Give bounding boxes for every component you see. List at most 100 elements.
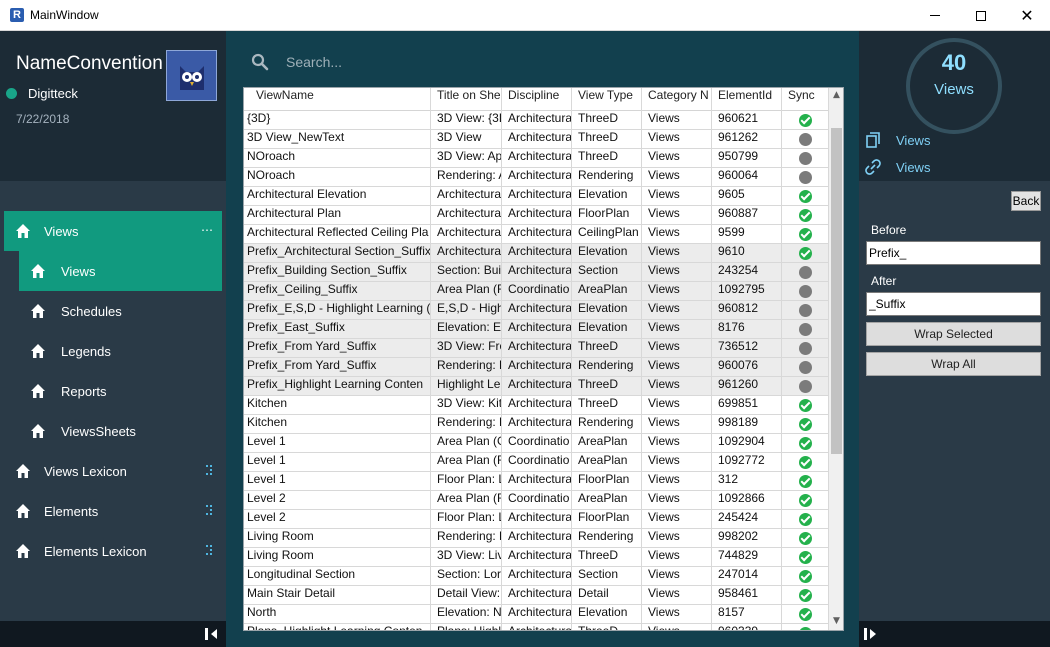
cell-category-name[interactable]: Views [642,415,712,433]
cell-discipline[interactable]: Architectura [502,320,572,338]
cell-title-on-sheet[interactable]: 3D View: Ap [431,149,502,167]
table-row[interactable]: Level 1 Area Plan (R Coordinatio AreaPlan Vi… [244,453,829,472]
cell-viewname[interactable]: Prefix_Ceiling_Suffix [244,282,431,300]
cell-elementid[interactable]: 960339 [712,624,782,630]
cell-title-on-sheet[interactable]: Highlight Le [431,377,502,395]
cell-view-type[interactable]: FloorPlan [572,510,642,528]
cell-discipline[interactable]: Architectura [502,415,572,433]
table-row[interactable]: Prefix_Ceiling_Suffix Area Plan (R Coordin… [244,282,829,301]
table-row[interactable]: Living Room 3D View: Liv Architectura Three… [244,548,829,567]
cell-viewname[interactable]: {3D} [244,111,431,129]
table-row[interactable]: NOroach Rendering: A Architectura Rendering… [244,168,829,187]
cell-view-type[interactable]: ThreeD [572,149,642,167]
cell-sync[interactable] [782,149,829,167]
cell-viewname[interactable]: Prefix_Building Section_Suffix [244,263,431,281]
table-row[interactable]: {3D} 3D View: {3D Architectura ThreeD Views 9… [244,111,829,130]
cell-elementid[interactable]: 960887 [712,206,782,224]
cell-category-name[interactable]: Views [642,339,712,357]
more-icon[interactable]: ⋯ [201,223,214,237]
cell-view-type[interactable]: ThreeD [572,111,642,129]
cell-category-name[interactable]: Views [642,605,712,623]
cell-category-name[interactable]: Views [642,187,712,205]
cell-title-on-sheet[interactable]: Rendering: A [431,168,502,186]
cell-sync[interactable] [782,168,829,186]
cell-view-type[interactable]: Rendering [572,168,642,186]
cell-view-type[interactable]: Elevation [572,301,642,319]
cell-title-on-sheet[interactable]: Section: Lor [431,567,502,585]
cell-category-name[interactable]: Views [642,586,712,604]
cell-discipline[interactable]: Architectura [502,244,572,262]
cell-elementid[interactable]: 245424 [712,510,782,528]
table-row[interactable]: Prefix_Architectural Section_Suffix Archi… [244,244,829,263]
table-row[interactable]: NOroach 3D View: Ap Architectura ThreeD View… [244,149,829,168]
cell-category-name[interactable]: Views [642,434,712,452]
table-row[interactable]: Level 2 Area Plan (R Coordinatio AreaPlan Vi… [244,491,829,510]
cell-sync[interactable] [782,624,829,630]
cell-view-type[interactable]: Elevation [572,605,642,623]
cell-discipline[interactable]: Architectura [502,396,572,414]
views-data-grid[interactable]: ViewName Title on She Discipline View Ty… [243,87,844,631]
maximize-button[interactable] [958,0,1004,31]
table-row[interactable]: Architectural Plan Architectura Architectu… [244,206,829,225]
cell-discipline[interactable]: Architectura [502,187,572,205]
cell-elementid[interactable]: 960076 [712,358,782,376]
cell-view-type[interactable]: Rendering [572,358,642,376]
cell-category-name[interactable]: Views [642,320,712,338]
scroll-thumb[interactable] [831,128,842,454]
cell-elementid[interactable]: 960621 [712,111,782,129]
cell-elementid[interactable]: 998189 [712,415,782,433]
cell-category-name[interactable]: Views [642,225,712,243]
cell-discipline[interactable]: Architectura [502,168,572,186]
vertical-scrollbar[interactable]: ▲ ▼ [829,88,843,630]
cell-view-type[interactable]: ThreeD [572,624,642,630]
after-input[interactable] [866,292,1041,316]
cell-elementid[interactable]: 744829 [712,548,782,566]
nav-legends[interactable]: Legends [4,331,222,371]
cell-title-on-sheet[interactable]: Architectura [431,206,502,224]
column-header-discipline[interactable]: Discipline [502,88,572,111]
nav-viewssheets[interactable]: ViewsSheets [4,411,222,451]
cell-discipline[interactable]: Architectura [502,111,572,129]
cell-elementid[interactable]: 960812 [712,301,782,319]
cell-view-type[interactable]: ThreeD [572,548,642,566]
expand-grip-icon[interactable] [206,465,214,475]
cell-elementid[interactable]: 998202 [712,529,782,547]
cell-category-name[interactable]: Views [642,548,712,566]
cell-discipline[interactable]: Architectura [502,472,572,490]
cell-sync[interactable] [782,263,829,281]
cell-view-type[interactable]: Elevation [572,187,642,205]
cell-viewname[interactable]: Level 2 [244,510,431,528]
cell-viewname[interactable]: Kitchen [244,415,431,433]
cell-viewname[interactable]: Architectural Elevation [244,187,431,205]
cell-sync[interactable] [782,225,829,243]
cell-title-on-sheet[interactable]: Rendering: K [431,415,502,433]
nav-elements[interactable]: Elements [4,491,222,531]
cell-title-on-sheet[interactable]: 3D View: Liv [431,548,502,566]
cell-title-on-sheet[interactable]: Detail View: [431,586,502,604]
cell-view-type[interactable]: AreaPlan [572,491,642,509]
cell-viewname[interactable]: Prefix_E,S,D - Highlight Learning ( [244,301,431,319]
cell-title-on-sheet[interactable]: Architectura [431,244,502,262]
cell-title-on-sheet[interactable]: 3D View [431,130,502,148]
minimize-button[interactable] [912,0,958,31]
cell-viewname[interactable]: Main Stair Detail [244,586,431,604]
cell-view-type[interactable]: Section [572,567,642,585]
scroll-up-icon[interactable]: ▲ [832,90,841,102]
cell-category-name[interactable]: Views [642,529,712,547]
cell-title-on-sheet[interactable]: Section: Bui [431,263,502,281]
cell-sync[interactable] [782,320,829,338]
cell-view-type[interactable]: FloorPlan [572,472,642,490]
cell-title-on-sheet[interactable]: Area Plan (R [431,282,502,300]
cell-elementid[interactable]: 736512 [712,339,782,357]
column-header-view-type[interactable]: View Type [572,88,642,111]
cell-discipline[interactable]: Coordinatio [502,434,572,452]
cell-view-type[interactable]: ThreeD [572,377,642,395]
cell-title-on-sheet[interactable]: Plans: Highl [431,624,502,630]
cell-viewname[interactable]: Plans, Highlight Learning Conten [244,624,431,630]
cell-sync[interactable] [782,358,829,376]
cell-discipline[interactable]: Architectura [502,510,572,528]
cell-elementid[interactable]: 950799 [712,149,782,167]
column-header-elementid[interactable]: ElementId [712,88,782,111]
cell-category-name[interactable]: Views [642,130,712,148]
cell-title-on-sheet[interactable]: Architectura [431,225,502,243]
